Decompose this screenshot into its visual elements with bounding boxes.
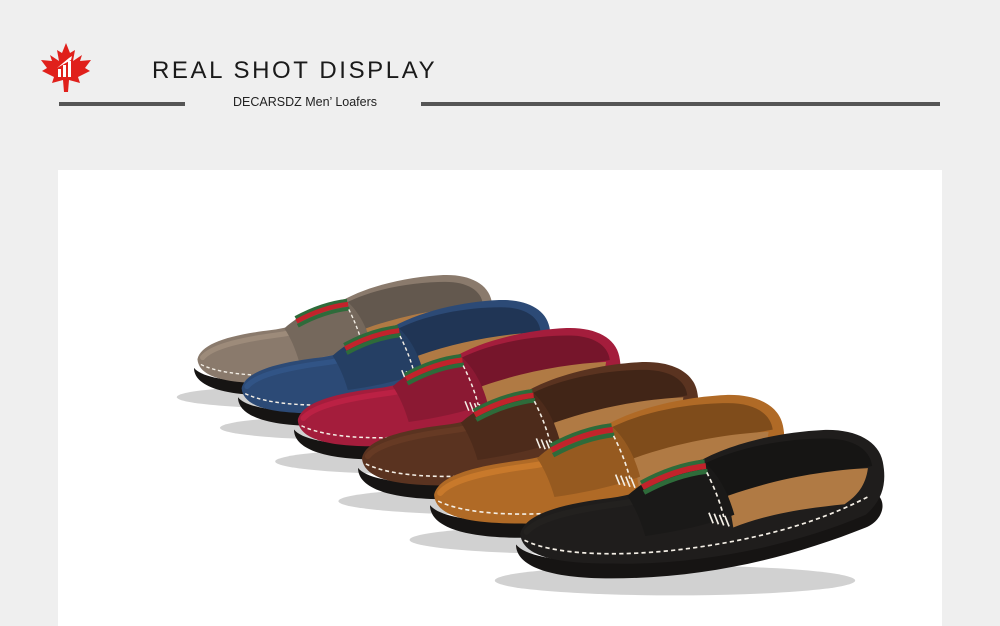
page-subtitle: DECARSDZ Men’ Loafers (233, 95, 378, 109)
divider-right (421, 102, 940, 106)
divider-left (59, 102, 185, 106)
page-title: REAL SHOT DISPLAY (152, 57, 438, 84)
product-photo-panel (58, 170, 942, 626)
maple-leaf-logo-icon (41, 43, 91, 92)
loafers-photo (176, 274, 885, 596)
